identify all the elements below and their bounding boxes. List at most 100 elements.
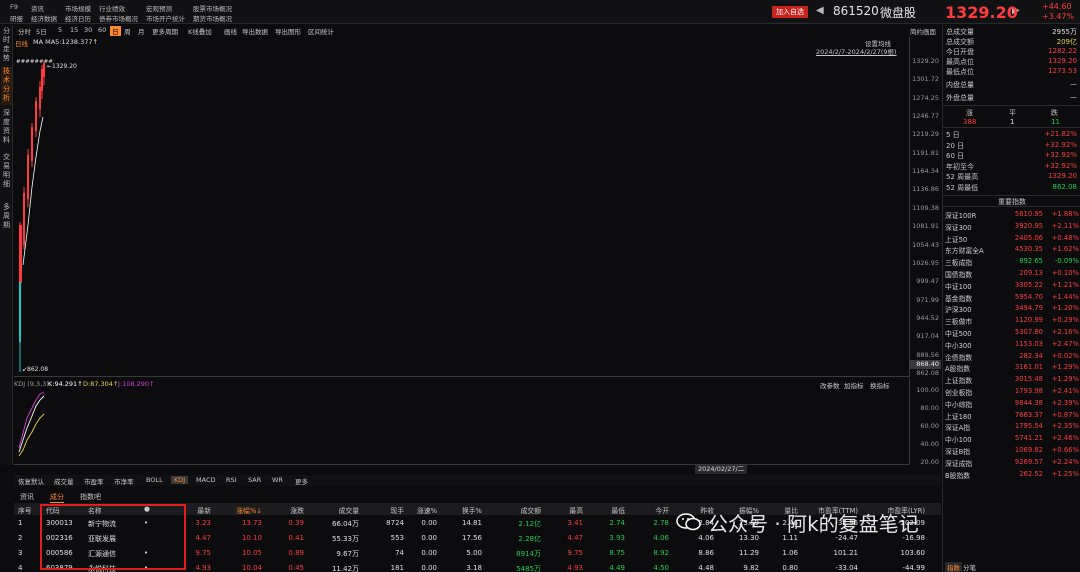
menu-bond-overview[interactable]: 债券市场概况	[99, 13, 138, 23]
menu-futures-overview[interactable]: 期货市场概况	[193, 13, 232, 23]
table-cell-turn: 3.18	[466, 564, 482, 572]
period-week[interactable]: 周	[124, 26, 131, 36]
menu-industry[interactable]: 行业绩效	[99, 3, 125, 13]
draw-line-button[interactable]: 画线	[224, 26, 237, 36]
index-row[interactable]: 深证300 3920.95 +2.11%	[943, 221, 1080, 232]
index-row[interactable]: 中小300 1153.03 +2.47%	[943, 339, 1080, 350]
table-header-cell[interactable]: 最低	[589, 505, 625, 515]
menu-news[interactable]: 资讯	[31, 3, 44, 13]
menu-f9[interactable]: F9	[10, 3, 18, 11]
period-day[interactable]: 日	[110, 26, 121, 36]
indicator-kdj[interactable]: KDJ	[171, 476, 189, 484]
table-header-cell[interactable]: 涨速%	[407, 505, 437, 515]
index-row[interactable]: 中小综指 9844.38 +2.39%	[943, 398, 1080, 409]
add-watchlist-button[interactable]: 加入自选	[772, 6, 808, 18]
tab-news[interactable]: 资讯	[20, 492, 34, 502]
table-header-cell[interactable]: 涨跌	[266, 505, 304, 515]
tab-index-forum[interactable]: 指数吧	[80, 492, 101, 502]
index-row[interactable]: A股指数 3161.01 +1.29%	[943, 362, 1080, 373]
table-cell-chg: 0.41	[288, 534, 304, 542]
price-axis: 1329.20 1301.72 1274.25 1246.77 1219.29 1191.…	[909, 37, 941, 377]
index-row[interactable]: 上证指数 3015.48 +1.29%	[943, 374, 1080, 385]
tab-multi-period[interactable]: 多周期	[1, 203, 12, 233]
simple-view-button[interactable]: 简约画面	[910, 26, 936, 36]
index-row[interactable]: B股指数 262.52 +1.25%	[943, 469, 1080, 480]
indicator-reset[interactable]: 恢复默认	[18, 476, 44, 486]
indicator-boll[interactable]: BOLL	[146, 476, 163, 484]
price-chart[interactable]: 日线 MA MA5:1238.377↑ 设置均线 2024/2/7-2024/2…	[14, 37, 909, 377]
period-15min[interactable]: 15	[70, 26, 78, 34]
table-header-cell[interactable]: 涨幅%↓	[214, 505, 262, 515]
kline-overlay-dropdown[interactable]: K线叠加	[188, 26, 212, 36]
index-row[interactable]: 深证成指 9269.57 +2.24%	[943, 457, 1080, 468]
index-row[interactable]: 三板做市 1120.99 +0.29%	[943, 315, 1080, 326]
tab-trade-detail[interactable]: 交易明细	[1, 153, 12, 193]
index-row[interactable]: 深证B指 1069.82 +0.66%	[943, 445, 1080, 456]
outer-vol-value: —	[1070, 93, 1077, 101]
export-chart-button[interactable]: 导出图形	[275, 26, 301, 36]
period-intraday[interactable]: 分时	[18, 26, 31, 36]
index-row[interactable]: 三板成指 892.65 -0.09%	[943, 256, 1080, 267]
table-header-cell[interactable]: 序号	[18, 505, 36, 515]
tab-constituents[interactable]: 成分	[50, 492, 64, 503]
menu-macro[interactable]: 宏观预测	[146, 3, 172, 13]
index-row[interactable]: 东方财富全A 4530.35 +1.62%	[943, 244, 1080, 255]
tab-technical[interactable]: 技术分析	[1, 67, 12, 105]
indicator-rsi[interactable]: RSI	[226, 476, 237, 484]
index-row[interactable]: 中小100 5741.21 +2.46%	[943, 433, 1080, 444]
menu-account-stats[interactable]: 市场开户统计	[146, 13, 185, 23]
kdj-panel[interactable]: KDJ (9,3,3) K:94.291↑ D:87.304↑ J:108.29…	[14, 378, 909, 465]
period-month[interactable]: 月	[138, 26, 145, 36]
prev-stock-icon[interactable]: ◀	[816, 5, 824, 16]
period-label: 52 周最低	[946, 183, 979, 192]
table-header-cell[interactable]: 成交额	[489, 505, 541, 515]
menu-stock-overview[interactable]: 股票市场概况	[193, 3, 232, 13]
tab-index-panel[interactable]: 指数	[945, 562, 962, 572]
table-header-cell[interactable]: 换手%	[444, 505, 482, 515]
index-name: 上证180	[945, 412, 972, 421]
range-stats-button[interactable]: 区间统计	[308, 26, 334, 36]
index-row[interactable]: 创业板指 1793.98 +2.41%	[943, 386, 1080, 397]
index-row[interactable]: 中证500 5307.80 +2.16%	[943, 327, 1080, 338]
index-row[interactable]: 上证180 7663.37 +0.87%	[943, 410, 1080, 421]
indicator-macd[interactable]: MACD	[196, 476, 215, 484]
tab-intraday[interactable]: 分时走势	[1, 27, 12, 65]
index-row[interactable]: 国债指数 209.13 +0.10%	[943, 268, 1080, 279]
menu-econ-calendar[interactable]: 经济日历	[65, 13, 91, 23]
indicator-wr[interactable]: WR	[272, 476, 283, 484]
index-row[interactable]: 沪深300 3494.79 +1.20%	[943, 303, 1080, 314]
table-cell-turn: 14.81	[461, 519, 482, 527]
menu-research[interactable]: 研报	[10, 13, 23, 23]
table-header-cell[interactable]: 成交量	[309, 505, 359, 515]
period-30min[interactable]: 30	[84, 26, 92, 34]
period-5day[interactable]: 5日	[36, 26, 47, 36]
index-row[interactable]: 中证100 3305.22 +1.21%	[943, 280, 1080, 291]
table-header-cell[interactable]: 最高	[549, 505, 583, 515]
table-cell-high: 4.47	[567, 534, 583, 542]
index-row[interactable]: 深证100R 5610.95 +1.88%	[943, 209, 1080, 220]
index-value: 1795.54	[1014, 422, 1043, 431]
menu-econ-data[interactable]: 经济数据	[31, 13, 57, 23]
indicator-pb[interactable]: 市净率	[114, 476, 134, 486]
tab-deep-data[interactable]: 深度资料	[1, 109, 12, 149]
tab-tick-panel[interactable]: 分笔	[963, 562, 976, 572]
export-data-button[interactable]: 导出数据	[242, 26, 268, 36]
more-periods-dropdown[interactable]: 更多周期	[152, 26, 178, 36]
menu-market-scale[interactable]: 市场规模	[65, 3, 91, 13]
index-name: 中证500	[945, 330, 972, 338]
index-pct: +0.66%	[1051, 446, 1079, 454]
index-name: 中小300	[945, 341, 972, 350]
indicator-more[interactable]: 更多	[295, 476, 308, 486]
index-row[interactable]: 企债指数 282.34 +0.02%	[943, 351, 1080, 362]
index-row[interactable]: 基金指数 5954.70 +1.44%	[943, 292, 1080, 303]
indicator-sar[interactable]: SAR	[248, 476, 261, 484]
period-5min[interactable]: 5	[58, 26, 62, 34]
index-row[interactable]: 深证A指 1795.54 +2.35%	[943, 421, 1080, 432]
indicator-pe[interactable]: 市盈率	[84, 476, 104, 486]
table-header-cell[interactable]: 现手	[364, 505, 404, 515]
indicator-volume[interactable]: 成交量	[54, 476, 74, 486]
index-row[interactable]: 上证50 2405.06 +0.48%	[943, 233, 1080, 244]
period-label: 60 日	[946, 152, 965, 160]
table-header-cell[interactable]: 今开	[629, 505, 669, 515]
period-60min[interactable]: 60	[98, 26, 106, 34]
